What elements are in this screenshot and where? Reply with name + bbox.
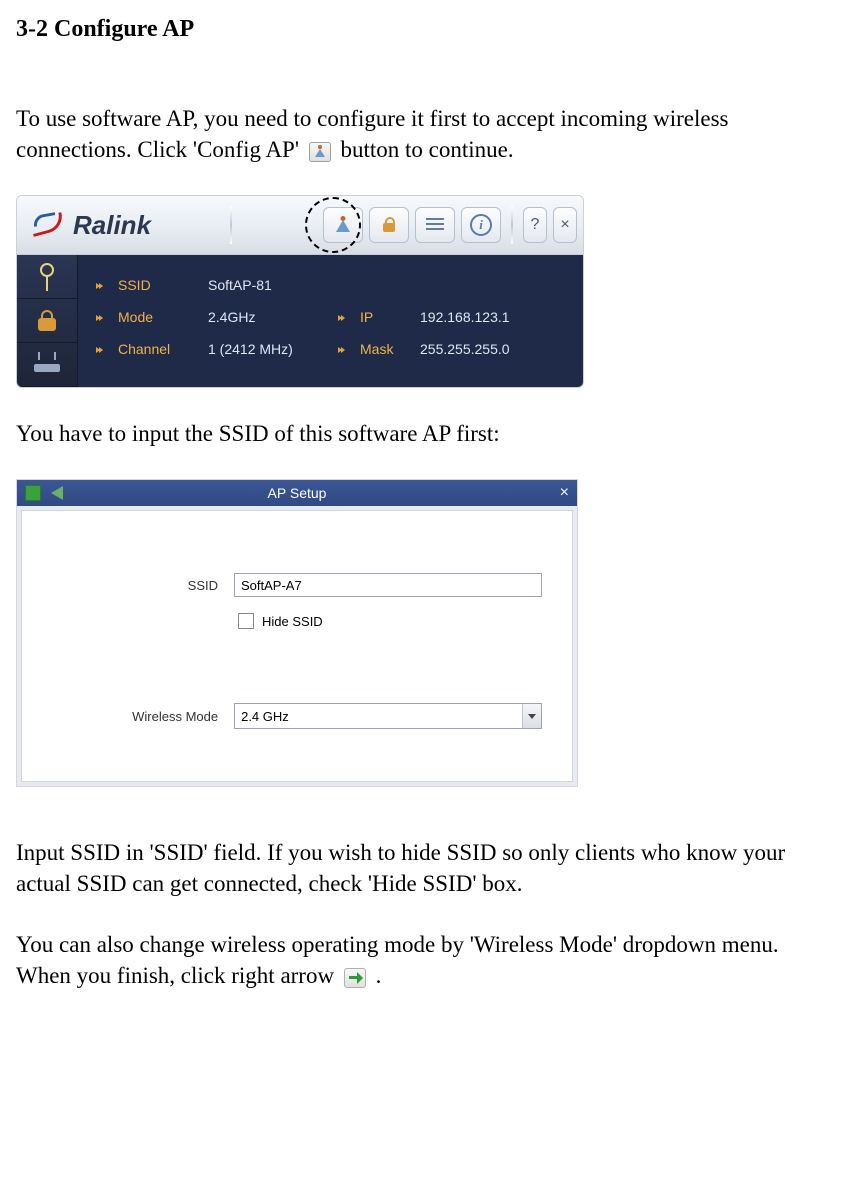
lock-icon [381,217,397,233]
wireless-mode-select[interactable]: 2.4 GHz [234,703,542,729]
mode-value: 2.4GHz [208,309,338,325]
ip-label: IP [360,309,420,325]
bullet-icon [338,312,348,322]
bullet-icon [338,344,348,354]
router-icon [34,358,60,372]
info-icon: i [470,214,492,236]
ssid-instruction-text: You have to input the SSID of this softw… [16,418,832,449]
toolbar: i ? × [323,206,583,244]
ssid-field-label: SSID [22,578,234,593]
ap-setup-titlebar: AP Setup × [17,480,577,506]
wireless-mode-value: 2.4 GHz [235,709,289,724]
mask-value: 255.255.255.0 [420,341,565,357]
wireless-mode-paragraph: You can also change wireless operating m… [16,929,832,991]
sidebar-item-network[interactable] [17,343,77,387]
wireless-mode-label: Wireless Mode [22,709,234,724]
toolbar-divider [230,206,232,244]
chevron-down-icon [522,704,541,728]
hide-ssid-checkbox[interactable] [238,613,254,629]
ralink-logo-icon [31,208,65,242]
ssid-field-row: SSID [22,573,542,597]
sidebar-item-security[interactable] [17,299,77,343]
ralink-logo: Ralink [17,208,226,242]
intro-paragraph: To use software AP, you need to configur… [16,103,832,165]
channel-value: 1 (2412 MHz) [208,341,338,357]
ap-setup-body: SSID Hide SSID Wireless Mode 2.4 GHz [21,510,573,782]
antenna-icon [334,216,352,234]
ssid-value: SoftAP-81 [208,277,338,293]
hide-ssid-row: Hide SSID [238,613,323,629]
padlock-icon [36,310,58,332]
ralink-status-grid: SSID SoftAP-81 Mode 2.4GHz IP 192.168.12… [78,255,583,387]
security-button[interactable] [369,207,409,243]
wm-text-b: . [376,963,382,988]
toolbar-divider [511,206,513,244]
back-arrow-button[interactable] [51,486,63,500]
list-icon [426,218,444,232]
section-heading: 3-2 Configure AP [16,16,832,43]
mode-label: Mode [118,309,208,325]
signal-icon [37,263,57,291]
ip-value: 192.168.123.1 [420,309,565,325]
ssid-label: SSID [118,277,208,293]
sidebar-item-status[interactable] [17,255,77,299]
ssid-input[interactable] [234,573,542,597]
intro-text-b: button to continue. [341,137,514,162]
hide-ssid-paragraph: Input SSID in 'SSID' field. If you wish … [16,837,832,899]
close-button[interactable]: × [553,207,577,243]
wm-text-a: You can also change wireless operating m… [16,932,779,988]
stop-button[interactable] [25,485,41,501]
bullet-icon [96,344,106,354]
info-button[interactable]: i [461,207,501,243]
ralink-titlebar: Ralink i ? × [17,196,583,255]
bullet-icon [96,280,106,290]
channel-label: Channel [118,341,208,357]
hide-ssid-label: Hide SSID [262,614,323,629]
next-arrow-icon [344,968,366,988]
ralink-body: SSID SoftAP-81 Mode 2.4GHz IP 192.168.12… [17,255,583,387]
ralink-window: Ralink i ? × SSID SoftAP-81 Mode 2.4GHz [16,195,584,388]
ralink-sidebar [17,255,78,387]
config-ap-button[interactable] [323,207,363,243]
help-button[interactable]: ? [523,207,547,243]
ap-setup-window: AP Setup × SSID Hide SSID Wireless Mode … [16,479,578,787]
wireless-mode-row: Wireless Mode 2.4 GHz [22,703,542,729]
mask-label: Mask [360,341,420,357]
bullet-icon [96,312,106,322]
ralink-logo-text: Ralink [73,210,151,241]
config-ap-icon [309,142,331,162]
acl-button[interactable] [415,207,455,243]
ap-setup-title: AP Setup [17,485,577,501]
close-button[interactable]: × [560,485,569,501]
